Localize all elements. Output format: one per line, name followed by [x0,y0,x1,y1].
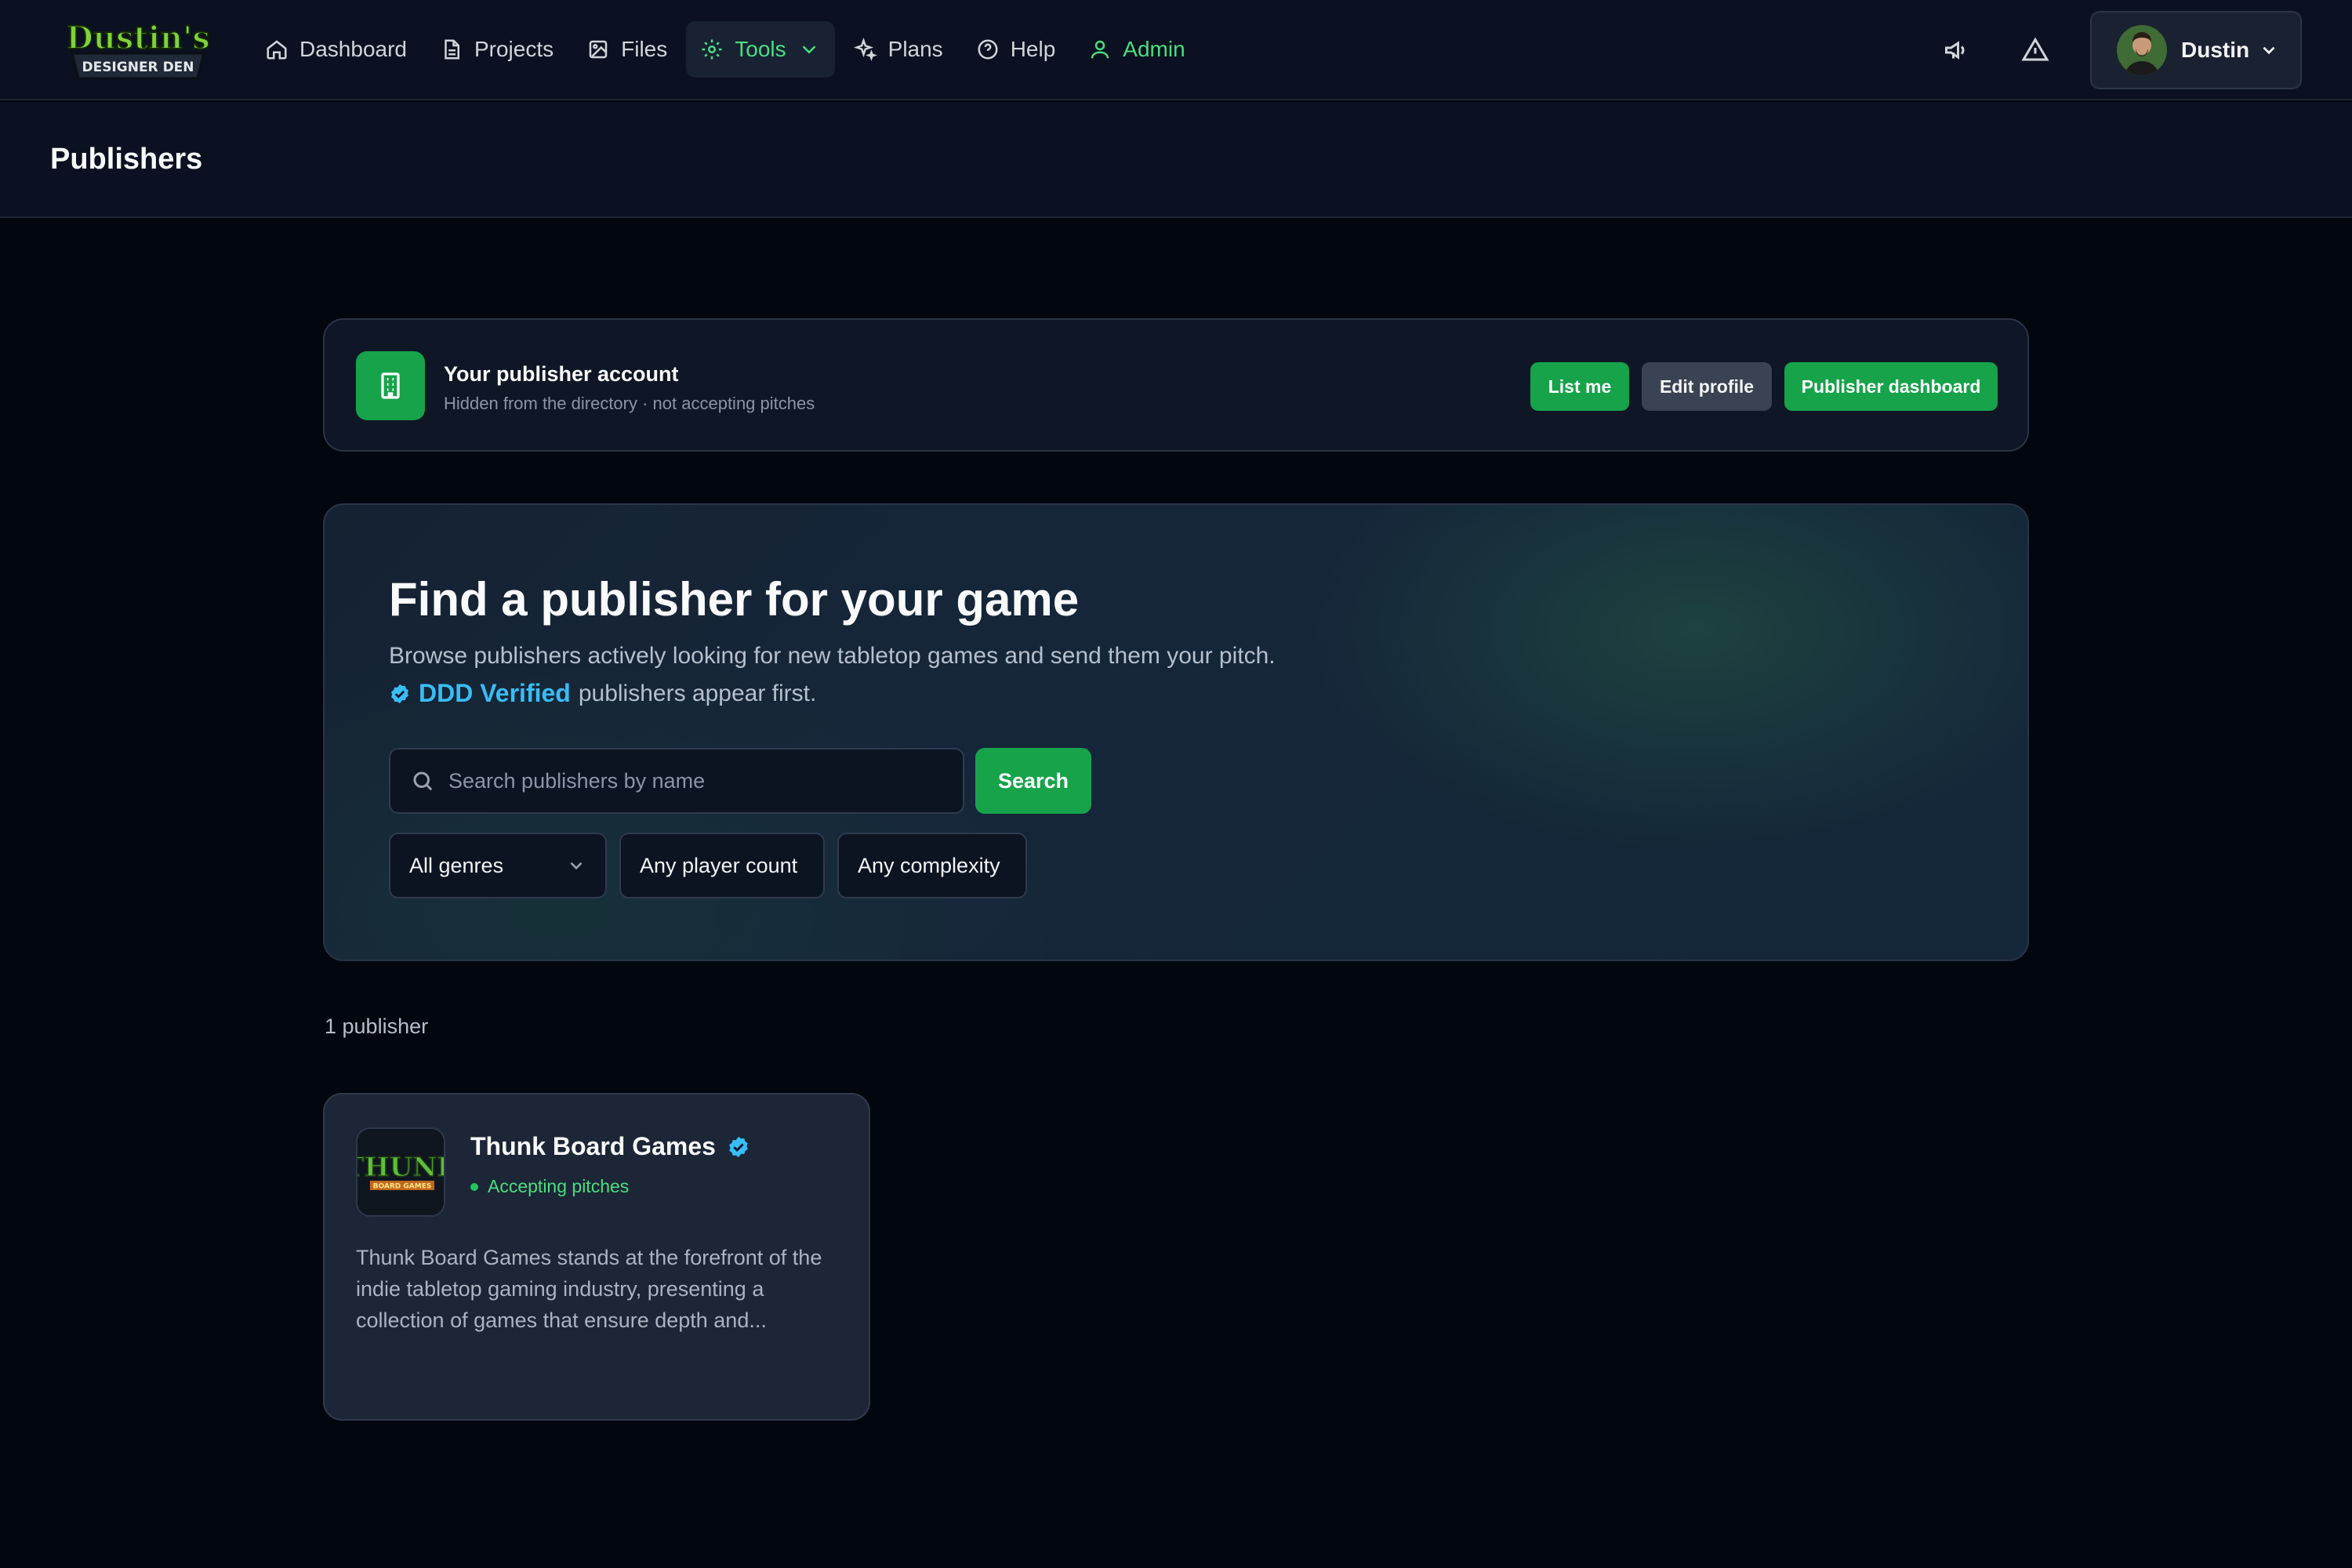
results-count: 1 publisher [325,1014,429,1038]
search-input[interactable] [448,768,935,793]
nav-dashboard-label: Dashboard [299,37,407,61]
publisher-name[interactable]: Thunk Board Games [470,1132,716,1161]
page-title: Publishers [50,143,203,176]
hero-lead: Browse publishers actively looking for n… [389,643,1276,669]
player-count-filter[interactable]: Any player count [619,833,825,898]
nav-projects-label: Projects [474,37,554,61]
logo-text-top: Dustin's [67,20,209,56]
verified-badge-icon [391,684,408,703]
chevron-down-icon [570,862,583,870]
nav-plans[interactable]: Plans [840,21,957,78]
complexity-filter[interactable]: Any complexity [837,833,1027,898]
ddd-verified-link[interactable]: DDD Verified [419,679,571,708]
publisher-name-row: Thunk Board Games [470,1132,750,1161]
nav-admin[interactable]: Admin [1074,21,1199,78]
genre-filter-value: All genres [409,853,504,877]
search-box [389,748,964,814]
nav-help-label: Help [1010,37,1056,61]
home-icon [267,40,287,60]
chevron-down-icon [2263,46,2275,55]
nav-right: Dustin [1933,11,2302,89]
alerts-button[interactable] [2012,27,2059,74]
publisher-account-card: Your publisher account Hidden from the d… [323,318,2029,452]
hero-verified-line: DDD Verified publishers appear first. [389,679,816,708]
document-icon [445,39,459,60]
nav-tools[interactable]: Tools [686,21,835,78]
nav-tools-label: Tools [735,37,786,61]
announcements-button[interactable] [1933,27,1980,74]
nav-projects[interactable]: Projects [426,21,568,78]
app-logo[interactable]: Dustin's DESIGNER DEN [65,16,211,83]
complexity-value: Any complexity [858,853,1000,877]
search-button[interactable]: Search [975,748,1091,814]
status-dot [470,1182,478,1191]
publisher-logo-subtext: BOARD GAMES [373,1183,432,1191]
sparkle-icon [853,38,877,61]
user-icon [1091,40,1109,59]
page-header: Publishers [0,102,2352,218]
publisher-status-label: Accepting pitches [488,1176,630,1196]
user-name: Dustin [2181,38,2250,62]
nav-links: Dashboard Projects Files Tools Plans Hel… [251,20,1204,78]
building-icon [381,372,400,399]
publisher-search-hero: Find a publisher for your game Browse pu… [323,503,2029,961]
user-menu-button[interactable]: Dustin [2090,11,2302,89]
verified-badge-icon [729,1136,748,1157]
chevron-down-icon [802,45,816,54]
search-icon [413,771,433,791]
nav-files-label: Files [621,37,668,61]
top-navigation: Dustin's DESIGNER DEN Dashboard Projects… [0,0,2352,100]
megaphone-icon [1945,41,1965,60]
logo-text-bottom: DESIGNER DEN [82,60,194,75]
publisher-logo-text: THUNK [358,1152,445,1183]
publisher-dashboard-button[interactable]: Publisher dashboard [1784,362,1998,411]
nav-files[interactable]: Files [572,21,681,78]
publisher-logo: THUNK BOARD GAMES [356,1127,445,1217]
publisher-description: Thunk Board Games stands at the forefron… [356,1246,822,1332]
nav-dashboard[interactable]: Dashboard [251,21,421,78]
help-circle-icon [978,39,998,60]
publisher-card[interactable]: THUNK BOARD GAMES Thunk Board Games Acce… [323,1093,870,1421]
hero-lead-suffix: publishers appear first. [578,680,817,706]
nav-help[interactable]: Help [962,21,1070,78]
building-icon-badge [356,351,425,420]
gear-icon [702,39,722,60]
edit-profile-button[interactable]: Edit profile [1642,362,1772,411]
account-subtitle: Hidden from the directory · not acceptin… [444,394,815,413]
hero-heading: Find a publisher for your game [389,573,1080,626]
nav-admin-label: Admin [1123,37,1185,61]
avatar [2117,25,2167,75]
image-icon [589,40,608,59]
account-title: Your publisher account [444,362,679,386]
nav-plans-label: Plans [887,37,943,61]
list-me-button[interactable]: List me [1530,362,1629,411]
warning-triangle-icon [2021,37,2049,61]
publisher-status: Accepting pitches [470,1176,629,1197]
player-count-value: Any player count [640,853,798,877]
genre-filter-select[interactable]: All genres [389,833,607,898]
